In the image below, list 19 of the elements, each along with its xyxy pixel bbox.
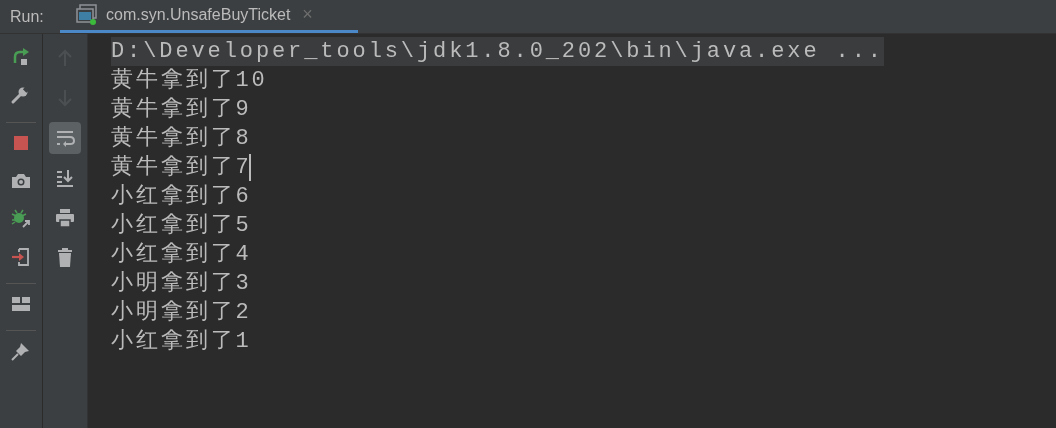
tab-title: com.syn.UnsafeBuyTicket [106, 4, 291, 25]
output-line: 小红拿到了5 [111, 212, 252, 240]
printer-icon [54, 207, 76, 229]
output-line: 小红拿到了6 [111, 183, 252, 211]
output-line: 小明拿到了3 [111, 270, 252, 298]
pin-icon[interactable] [10, 340, 32, 362]
output-line: 小明拿到了2 [111, 299, 252, 327]
output-line: 小红拿到了1 [111, 328, 252, 356]
bug-icon[interactable] [10, 208, 32, 230]
exit-icon[interactable] [10, 246, 32, 268]
output-line: 小红拿到了4 [111, 241, 252, 269]
output-line: 黄牛拿到了8 [111, 125, 252, 153]
output-line: 黄牛拿到了10 [111, 67, 268, 95]
console-window-icon [76, 3, 98, 26]
output-line: 黄牛拿到了9 [111, 96, 252, 124]
scroll-to-end-icon [54, 167, 76, 189]
run-label: Run: [10, 6, 45, 27]
soft-wrap-button[interactable] [49, 122, 81, 154]
output-line: 黄牛拿到了7 [111, 154, 252, 182]
